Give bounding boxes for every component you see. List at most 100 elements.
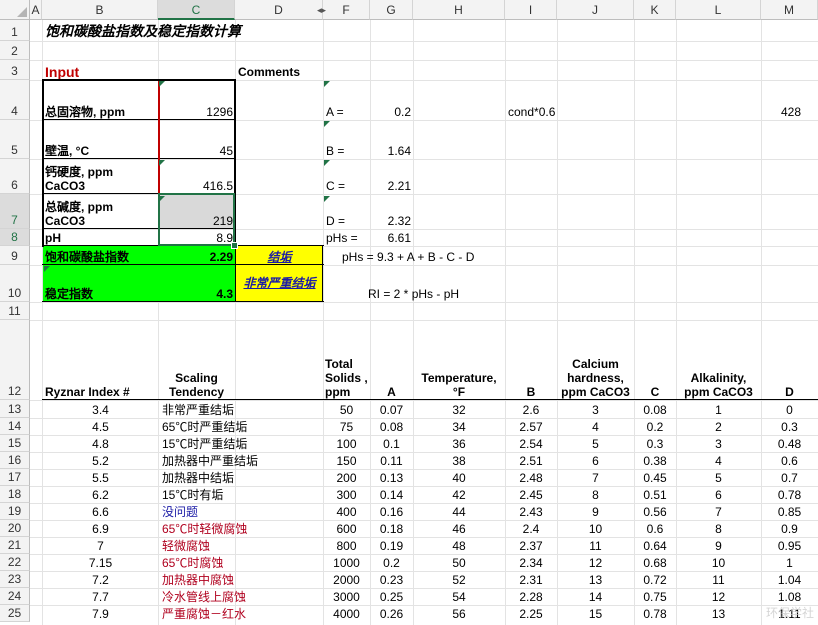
column-header-c[interactable]: C [158,0,235,20]
row-header-23[interactable]: 23 [0,571,30,588]
table-cell-d-value[interactable]: 0.9 [761,520,818,537]
column-header-a[interactable]: A [30,0,42,20]
column-header-h[interactable]: H [413,0,505,20]
table-cell-a-value[interactable]: 0.25 [370,588,413,605]
table-cell-ryznar-index[interactable]: 5.5 [43,469,158,486]
table-cell-d-value[interactable]: 1.08 [761,588,818,605]
row-header-8[interactable]: 8 [0,229,30,246]
table-cell-ryznar-index[interactable]: 3.4 [43,400,158,418]
header-temperature[interactable]: Temperature, °F [413,320,505,400]
table-cell-d-value[interactable]: 1 [761,554,818,571]
table-cell-ryznar-index[interactable]: 7 [43,537,158,554]
param-d-label[interactable]: D = [324,194,370,229]
table-cell-c-value[interactable]: 0.75 [634,588,676,605]
table-cell-a-value[interactable]: 0.26 [370,605,413,622]
table-cell-ryznar-index[interactable]: 4.8 [43,435,158,452]
table-cell-b-value[interactable]: 2.57 [505,418,557,435]
row-header-7[interactable]: 7 [0,194,30,229]
table-cell-d-value[interactable]: 0 [761,400,818,418]
row-header-22[interactable]: 22 [0,554,30,571]
input-label-calcium-hardness[interactable]: 钙硬度, ppm CaCO3 [43,159,158,194]
table-cell-total-solids[interactable]: 100 [323,435,370,452]
table-cell-c-value[interactable]: 0.38 [634,452,676,469]
selection-range[interactable] [158,193,235,246]
table-cell-total-solids[interactable]: 200 [323,469,370,486]
table-cell-b-value[interactable]: 2.43 [505,503,557,520]
sheet-title[interactable]: 饱和碳酸盐指数及稳定指数计算 [43,21,343,41]
table-cell-b-value[interactable]: 2.37 [505,537,557,554]
column-header-m[interactable]: M [761,0,818,20]
table-cell-total-solids[interactable]: 800 [323,537,370,554]
table-cell-total-solids[interactable]: 4000 [323,605,370,622]
table-cell-alkalinity[interactable]: 2 [676,418,761,435]
table-cell-temperature[interactable]: 50 [413,554,505,571]
table-cell-scaling-tendency[interactable]: 65℃时腐蚀 [160,554,235,571]
table-cell-calcium-hardness[interactable]: 6 [557,452,634,469]
table-cell-temperature[interactable]: 34 [413,418,505,435]
table-cell-calcium-hardness[interactable]: 5 [557,435,634,452]
row-header-9[interactable]: 9 [0,246,30,265]
input-value-calcium-hardness[interactable]: 416.5 [159,159,235,194]
table-cell-a-value[interactable]: 0.14 [370,486,413,503]
column-header-k[interactable]: K [634,0,676,20]
table-cell-scaling-tendency[interactable]: 加热器中严重结垢 [160,452,258,469]
header-total-solids[interactable]: Total Solids , ppm [323,320,370,400]
header-a[interactable]: A [370,320,413,400]
table-cell-a-value[interactable]: 0.23 [370,571,413,588]
row-header-1[interactable]: 1 [0,20,30,41]
row-header-15[interactable]: 15 [0,435,30,452]
select-all-corner[interactable] [0,0,30,20]
header-d[interactable]: D [761,320,818,400]
column-header-l[interactable]: L [676,0,761,20]
table-cell-scaling-tendency[interactable]: 非常严重结垢 [160,400,235,418]
table-cell-a-value[interactable]: 0.07 [370,400,413,418]
table-cell-scaling-tendency[interactable]: 65℃时轻微腐蚀 [160,520,247,537]
fill-handle[interactable] [231,242,238,249]
table-cell-b-value[interactable]: 2.45 [505,486,557,503]
table-cell-a-value[interactable]: 0.13 [370,469,413,486]
result-value-lsi[interactable]: 2.29 [158,246,235,265]
table-cell-total-solids[interactable]: 600 [323,520,370,537]
table-cell-a-value[interactable]: 0.08 [370,418,413,435]
table-cell-b-value[interactable]: 2.4 [505,520,557,537]
table-cell-alkalinity[interactable]: 5 [676,469,761,486]
table-cell-scaling-tendency[interactable]: 轻微腐蚀 [160,537,235,554]
row-header-11[interactable]: 11 [0,302,30,320]
table-cell-calcium-hardness[interactable]: 3 [557,400,634,418]
result-tag-rsi[interactable]: 非常严重结垢 [236,265,323,302]
input-label-total-solids[interactable]: 总固溶物, ppm [43,80,158,120]
table-cell-temperature[interactable]: 46 [413,520,505,537]
comment-indicator-icon[interactable] [159,81,165,87]
param-phs-label[interactable]: pHs = [324,229,370,246]
table-cell-total-solids[interactable]: 75 [323,418,370,435]
table-cell-temperature[interactable]: 44 [413,503,505,520]
table-cell-c-value[interactable]: 0.08 [634,400,676,418]
table-cell-ryznar-index[interactable]: 7.15 [43,554,158,571]
table-cell-temperature[interactable]: 52 [413,571,505,588]
table-cell-scaling-tendency[interactable]: 没问题 [160,503,235,520]
row-header-6[interactable]: 6 [0,159,30,194]
table-cell-temperature[interactable]: 54 [413,588,505,605]
row-header-20[interactable]: 20 [0,520,30,537]
table-cell-temperature[interactable]: 42 [413,486,505,503]
input-label-wall-temp[interactable]: 壁温, °C [43,120,158,159]
table-cell-c-value[interactable]: 0.2 [634,418,676,435]
column-header-i[interactable]: I [505,0,557,20]
row-header-14[interactable]: 14 [0,418,30,435]
table-cell-d-value[interactable]: 1.04 [761,571,818,588]
table-cell-temperature[interactable]: 56 [413,605,505,622]
table-cell-b-value[interactable]: 2.51 [505,452,557,469]
row-header-5[interactable]: 5 [0,120,30,159]
table-cell-c-value[interactable]: 0.64 [634,537,676,554]
param-a-label[interactable]: A = [324,80,370,120]
row-header-24[interactable]: 24 [0,588,30,605]
table-cell-scaling-tendency[interactable]: 冷水管线上腐蚀 [160,588,246,605]
param-b-label[interactable]: B = [324,120,370,159]
comment-indicator-icon[interactable] [44,266,50,272]
column-header-g[interactable]: G [370,0,413,20]
column-header-b[interactable]: B [42,0,158,20]
table-cell-scaling-tendency[interactable]: 65℃时严重结垢 [160,418,247,435]
table-cell-calcium-hardness[interactable]: 15 [557,605,634,622]
result-tag-lsi[interactable]: 结垢 [236,246,323,265]
param-a-value[interactable]: 0.2 [370,80,413,120]
